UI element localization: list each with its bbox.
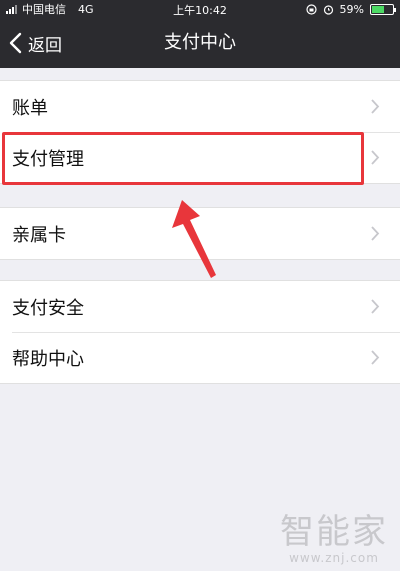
watermark-logo-text: 智能家: [280, 512, 388, 552]
status-bar: 中国电信 4G 上午10:42 59%: [0, 0, 400, 18]
chevron-right-icon: [371, 350, 380, 365]
chevron-right-icon: [371, 99, 380, 114]
watermark-url: www.znj.com: [289, 551, 379, 565]
menu-item-payment-security[interactable]: 支付安全: [0, 281, 400, 332]
highlight-box: [2, 132, 364, 185]
menu-group-3: 支付安全 帮助中心: [0, 280, 400, 384]
chevron-right-icon: [371, 299, 380, 314]
pointer-arrow: [172, 200, 216, 278]
menu-item-label: 账单: [12, 97, 48, 119]
menu-item-label: 亲属卡: [12, 224, 66, 246]
battery-icon: [370, 3, 396, 15]
status-time: 上午10:42: [173, 4, 227, 17]
chevron-right-icon: [371, 226, 380, 241]
chevron-right-icon: [371, 150, 380, 165]
navigation-bar: 返回 支付中心: [0, 18, 400, 68]
menu-item-help-center[interactable]: 帮助中心: [0, 332, 400, 383]
battery-level-fill: [372, 5, 384, 13]
page-title: 支付中心: [164, 32, 236, 53]
menu-item-bill[interactable]: 账单: [0, 81, 400, 132]
menu-item-label: 支付安全: [12, 297, 84, 319]
menu-item-label: 帮助中心: [12, 348, 84, 370]
watermark: 智能家 www.znj.com: [280, 504, 388, 565]
